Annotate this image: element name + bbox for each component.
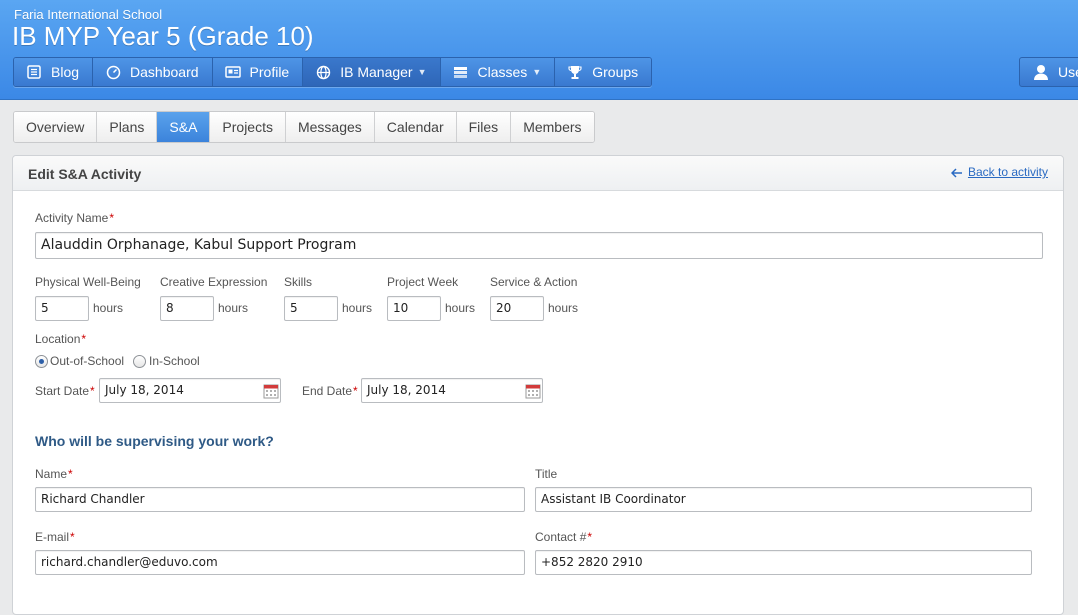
start-date-label: Start Date* <box>35 384 95 398</box>
supervisor-email-input[interactable]: richard.chandler@eduvo.com <box>35 550 525 575</box>
supervisor-email-label-text: E-mail <box>35 530 70 544</box>
required-marker: * <box>81 332 87 346</box>
required-marker: * <box>353 384 358 398</box>
activity-name-input[interactable]: Alauddin Orphanage, Kabul Support Progra… <box>35 232 1043 259</box>
school-name: Faria International School <box>14 7 163 22</box>
tab-members[interactable]: Members <box>511 112 594 142</box>
activity-name-label-text: Activity Name <box>35 211 109 225</box>
tab-messages[interactable]: Messages <box>285 112 375 142</box>
chevron-down-icon: ▼ <box>532 67 542 77</box>
out-of-school-label: Out-of-School <box>50 354 125 368</box>
supervisor-contact-input[interactable]: +852 2820 2910 <box>535 550 1032 575</box>
physical-wellbeing-label: Physical Well-Being <box>35 275 141 289</box>
nav-blog[interactable]: Blog <box>14 58 94 86</box>
nav-label: Classes <box>477 64 528 80</box>
activity-name-label: Activity Name* <box>35 211 114 225</box>
required-marker: * <box>70 530 75 544</box>
hours-unit: hours <box>342 301 373 315</box>
calendar-icon[interactable] <box>263 383 279 399</box>
start-date-input[interactable]: July 18, 2014 <box>99 378 281 403</box>
panel-title: Edit S&A Activity <box>28 166 142 182</box>
globe-icon <box>315 64 331 80</box>
physical-wellbeing-hours-input[interactable]: 5 <box>35 296 89 321</box>
service-action-hours-input[interactable]: 20 <box>490 296 544 321</box>
hours-unit: hours <box>445 301 476 315</box>
required-marker: * <box>109 211 115 225</box>
trophy-icon <box>567 64 583 80</box>
hours-unit: hours <box>93 301 124 315</box>
nav-groups[interactable]: Groups <box>555 58 652 86</box>
supervisor-email-label: E-mail* <box>35 530 75 544</box>
in-school-radio[interactable] <box>133 355 146 368</box>
calendar-icon[interactable] <box>525 383 541 399</box>
chevron-down-icon: ▼ <box>417 67 427 77</box>
project-week-label: Project Week <box>387 275 459 289</box>
back-link-label: Back to activity <box>967 165 1048 179</box>
service-action-label: Service & Action <box>490 275 578 289</box>
user-icon <box>1032 63 1050 81</box>
supervisor-title-label: Title <box>535 467 558 481</box>
edit-activity-panel: Edit S&A Activity Back to activity Activ… <box>12 155 1064 615</box>
classes-icon <box>453 64 469 80</box>
supervisor-contact-label-text: Contact # <box>535 530 587 544</box>
location-label: Location* <box>35 332 86 346</box>
supervisor-name-label-text: Name <box>35 467 68 481</box>
out-of-school-radio[interactable] <box>35 355 48 368</box>
main-nav: Blog Dashboard Profile IB Manager ▼ Clas… <box>13 57 653 87</box>
supervisor-contact-label: Contact #* <box>535 530 592 544</box>
dashboard-icon <box>105 64 121 80</box>
user-menu-button[interactable]: Use <box>1019 57 1078 87</box>
top-header: Faria International School IB MYP Year 5… <box>0 0 1078 100</box>
in-school-label: In-School <box>149 354 200 368</box>
required-marker: * <box>587 530 593 544</box>
hours-unit: hours <box>548 301 579 315</box>
profile-icon <box>224 64 241 80</box>
nav-dashboard[interactable]: Dashboard <box>93 58 213 86</box>
supervisor-name-input[interactable]: Richard Chandler <box>35 487 525 512</box>
supervisor-heading: Who will be supervising your work? <box>35 433 274 449</box>
back-to-activity-link[interactable]: Back to activity <box>950 165 1048 179</box>
required-marker: * <box>90 384 95 398</box>
nav-label: Groups <box>592 64 639 80</box>
tab-overview[interactable]: Overview <box>14 112 98 142</box>
project-week-hours-input[interactable]: 10 <box>387 296 441 321</box>
nav-label: Dashboard <box>130 64 199 80</box>
user-label: Use <box>1058 64 1078 80</box>
required-marker: * <box>68 467 73 481</box>
supervisor-title-input[interactable]: Assistant IB Coordinator <box>535 487 1032 512</box>
nav-profile[interactable]: Profile <box>212 58 304 86</box>
nav-label: Profile <box>249 64 290 80</box>
end-date-label: End Date* <box>302 384 358 398</box>
tab-projects[interactable]: Projects <box>210 112 286 142</box>
panel-header: Edit S&A Activity Back to activity <box>13 156 1063 191</box>
creative-expression-label: Creative Expression <box>160 275 268 289</box>
tab-sa[interactable]: S&A <box>157 112 211 142</box>
nav-classes[interactable]: Classes ▼ <box>440 58 556 86</box>
hours-unit: hours <box>218 301 249 315</box>
tab-files[interactable]: Files <box>456 112 512 142</box>
nav-label: Blog <box>51 64 80 80</box>
course-title: IB MYP Year 5 (Grade 10) <box>12 21 314 51</box>
tab-plans[interactable]: Plans <box>97 112 158 142</box>
nav-ib-manager[interactable]: IB Manager ▼ <box>303 58 441 86</box>
nav-label: IB Manager <box>340 64 413 80</box>
end-date-input[interactable]: July 18, 2014 <box>361 378 543 403</box>
arrow-left-icon <box>950 167 963 178</box>
skills-label: Skills <box>284 275 313 289</box>
creative-expression-hours-input[interactable]: 8 <box>160 296 214 321</box>
blog-icon <box>26 64 42 80</box>
supervisor-name-label: Name* <box>35 467 73 481</box>
sub-tabs: Overview Plans S&A Projects Messages Cal… <box>13 111 595 143</box>
tab-calendar[interactable]: Calendar <box>374 112 457 142</box>
location-label-text: Location <box>35 332 81 346</box>
start-date-label-text: Start Date <box>35 384 90 398</box>
end-date-label-text: End Date <box>302 384 353 398</box>
skills-hours-input[interactable]: 5 <box>284 296 338 321</box>
